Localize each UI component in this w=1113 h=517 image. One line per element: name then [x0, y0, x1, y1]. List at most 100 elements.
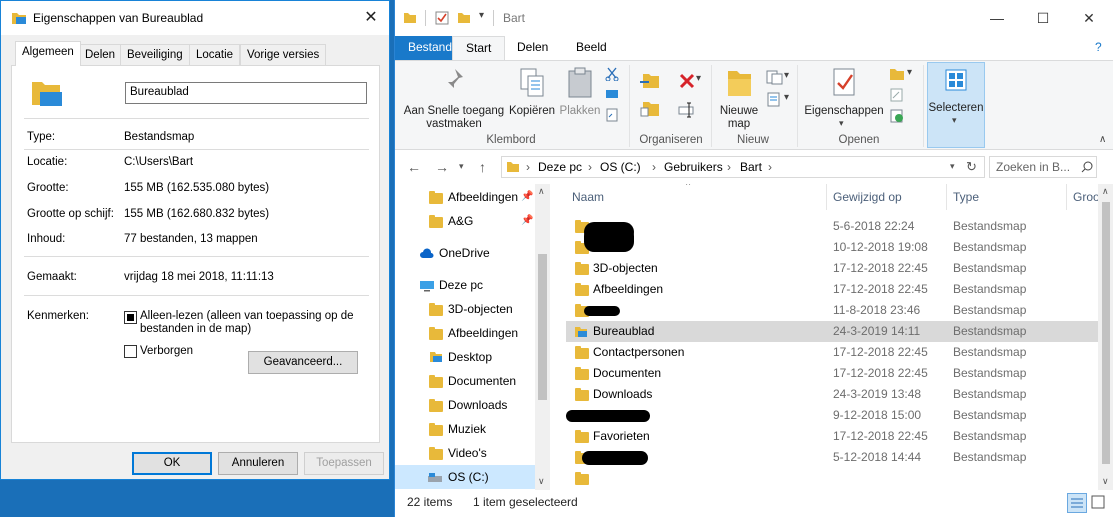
- copy-to-icon[interactable]: [639, 99, 661, 119]
- nav-item-ag[interactable]: A&G 📌: [395, 209, 535, 233]
- file-row[interactable]: 9-12-2018 15:00 Bestandsmap: [566, 405, 1098, 426]
- scroll-down-icon[interactable]: ∨: [538, 476, 545, 487]
- help-icon[interactable]: ?: [1095, 40, 1102, 54]
- new-item-icon[interactable]: [765, 69, 785, 85]
- ok-button[interactable]: OK: [132, 452, 212, 475]
- scroll-up-icon[interactable]: ∧: [538, 186, 545, 197]
- breadcrumb-item[interactable]: OS (C:): [600, 160, 641, 174]
- chevron-right-icon[interactable]: ›: [727, 160, 731, 174]
- tab-delen[interactable]: Delen: [78, 44, 123, 65]
- file-row[interactable]: Afbeeldingen 17-12-2018 22:45 Bestandsma…: [566, 279, 1098, 300]
- select-button[interactable]: Selecteren ▾: [927, 62, 985, 148]
- breadcrumb-item[interactable]: Deze pc: [538, 160, 582, 174]
- column-separator[interactable]: [1066, 184, 1067, 210]
- column-separator[interactable]: [826, 184, 827, 210]
- column-header-modified[interactable]: Gewijzigd op: [833, 190, 902, 204]
- tab-beveiliging[interactable]: Beveiliging: [120, 44, 190, 65]
- nav-item-3d-objecten[interactable]: 3D-objecten: [395, 297, 535, 321]
- column-header-size[interactable]: Groo: [1073, 190, 1098, 204]
- scroll-up-icon[interactable]: ∧: [1102, 186, 1109, 197]
- maximize-icon[interactable]: ☐: [1020, 0, 1066, 36]
- folder-name-input[interactable]: Bureaublad: [125, 82, 367, 104]
- file-row[interactable]: 3D-objecten 17-12-2018 22:45 Bestandsmap: [566, 258, 1098, 279]
- dialog-titlebar[interactable]: Eigenschappen van Bureaublad ✕: [1, 1, 389, 35]
- back-arrow-icon[interactable]: ←: [407, 159, 421, 175]
- collapse-ribbon-icon[interactable]: ∧: [1099, 134, 1106, 145]
- tab-vorige-versies[interactable]: Vorige versies: [240, 44, 327, 65]
- chevron-down-icon[interactable]: ▾: [950, 161, 955, 172]
- file-row[interactable]: 5-12-2018 14:44 Bestandsmap: [566, 447, 1098, 468]
- nav-item-videos[interactable]: Video's: [395, 441, 535, 465]
- file-row[interactable]: Documenten 17-12-2018 22:45 Bestandsmap: [566, 363, 1098, 384]
- tab-locatie[interactable]: Locatie: [189, 44, 241, 65]
- copy-button[interactable]: Kopiëren: [507, 65, 557, 121]
- chevron-down-icon[interactable]: ▾: [459, 161, 464, 172]
- nav-item-afbeeldingen-pinned[interactable]: Afbeeldingen 📌: [395, 185, 535, 209]
- chevron-down-icon[interactable]: ▾: [784, 70, 789, 81]
- file-row-selected[interactable]: Bureaublad 24-3-2019 14:11 Bestandsmap: [566, 321, 1098, 342]
- large-icons-view-icon[interactable]: [1089, 493, 1109, 513]
- column-header-type[interactable]: Type: [953, 190, 979, 204]
- breadcrumb-item[interactable]: Bart: [740, 160, 762, 174]
- advanced-button[interactable]: Geavanceerd...: [248, 351, 358, 374]
- nav-item-desktop[interactable]: Desktop: [395, 345, 535, 369]
- delete-icon[interactable]: [677, 71, 697, 91]
- nav-item-muziek[interactable]: Muziek: [395, 417, 535, 441]
- close-icon[interactable]: ✕: [1066, 0, 1112, 36]
- file-row[interactable]: 5-6-2018 22:24 Bestandsmap: [566, 216, 1098, 242]
- move-to-icon[interactable]: [639, 71, 661, 91]
- scroll-down-icon[interactable]: ∨: [1102, 476, 1109, 487]
- tab-beeld[interactable]: Beeld: [563, 36, 620, 60]
- file-list-scrollbar[interactable]: ∧ ∨: [1098, 184, 1113, 490]
- chevron-right-icon[interactable]: ›: [768, 160, 772, 174]
- file-row[interactable]: Favorieten 17-12-2018 22:45 Bestandsmap: [566, 426, 1098, 447]
- address-bar[interactable]: › Deze pc › OS (C:) › Gebruikers › Bart …: [501, 156, 985, 178]
- chevron-down-icon[interactable]: ▾: [479, 10, 484, 21]
- nav-item-downloads[interactable]: Downloads: [395, 393, 535, 417]
- tab-delen[interactable]: Delen: [504, 36, 561, 60]
- chevron-down-icon[interactable]: ▾: [784, 92, 789, 103]
- paste-shortcut-icon[interactable]: [605, 108, 619, 122]
- properties-quick-icon[interactable]: [435, 11, 449, 25]
- breadcrumb-item[interactable]: Gebruikers: [664, 160, 723, 174]
- nav-item-deze-pc[interactable]: Deze pc: [395, 273, 535, 297]
- new-folder-quick-icon[interactable]: [457, 11, 471, 25]
- file-row[interactable]: [566, 468, 1098, 489]
- refresh-icon[interactable]: ↻: [966, 159, 977, 175]
- properties-button[interactable]: Eigenschappen ▾: [801, 65, 887, 131]
- rename-icon[interactable]: [677, 101, 697, 119]
- paste-button[interactable]: Plakken: [557, 65, 603, 121]
- hidden-checkbox[interactable]: [124, 345, 137, 358]
- cancel-button[interactable]: Annuleren: [218, 452, 298, 475]
- open-icon[interactable]: [889, 67, 905, 81]
- readonly-checkbox[interactable]: [124, 311, 137, 324]
- file-row[interactable]: 10-12-2018 19:08 Bestandsmap: [566, 237, 1098, 258]
- close-icon[interactable]: ✕: [353, 3, 389, 33]
- nav-item-documenten[interactable]: Documenten: [395, 369, 535, 393]
- file-row[interactable]: Downloads 24-3-2019 13:48 Bestandsmap: [566, 384, 1098, 405]
- tab-algemeen[interactable]: Algemeen: [15, 41, 81, 66]
- nav-item-onedrive[interactable]: OneDrive: [395, 241, 535, 265]
- easy-access-icon[interactable]: [765, 91, 785, 107]
- history-icon[interactable]: [889, 109, 905, 123]
- copy-path-icon[interactable]: [605, 88, 619, 100]
- edit-icon[interactable]: [889, 88, 905, 102]
- tab-start[interactable]: Start: [452, 36, 506, 60]
- column-separator[interactable]: [946, 184, 947, 210]
- chevron-down-icon[interactable]: ▾: [907, 67, 912, 78]
- scroll-thumb[interactable]: [538, 254, 547, 400]
- column-header-name[interactable]: Naam: [572, 190, 604, 204]
- explorer-titlebar[interactable]: ▾ Bart — ☐ ✕: [395, 0, 1113, 36]
- file-row[interactable]: Contactpersonen 17-12-2018 22:45 Bestand…: [566, 342, 1098, 363]
- chevron-right-icon[interactable]: ›: [588, 160, 592, 174]
- chevron-right-icon[interactable]: ›: [652, 160, 656, 174]
- up-arrow-icon[interactable]: ↑: [479, 159, 486, 175]
- chevron-right-icon[interactable]: ›: [526, 160, 530, 174]
- nav-scrollbar[interactable]: ∧ ∨: [535, 184, 550, 490]
- new-folder-button[interactable]: Nieuwe map: [715, 65, 763, 131]
- forward-arrow-icon[interactable]: →: [435, 159, 449, 175]
- minimize-icon[interactable]: —: [974, 0, 1020, 36]
- chevron-down-icon[interactable]: ▾: [696, 73, 701, 84]
- file-row[interactable]: 11-8-2018 23:46 Bestandsmap: [566, 300, 1098, 321]
- scroll-thumb[interactable]: [1102, 202, 1110, 464]
